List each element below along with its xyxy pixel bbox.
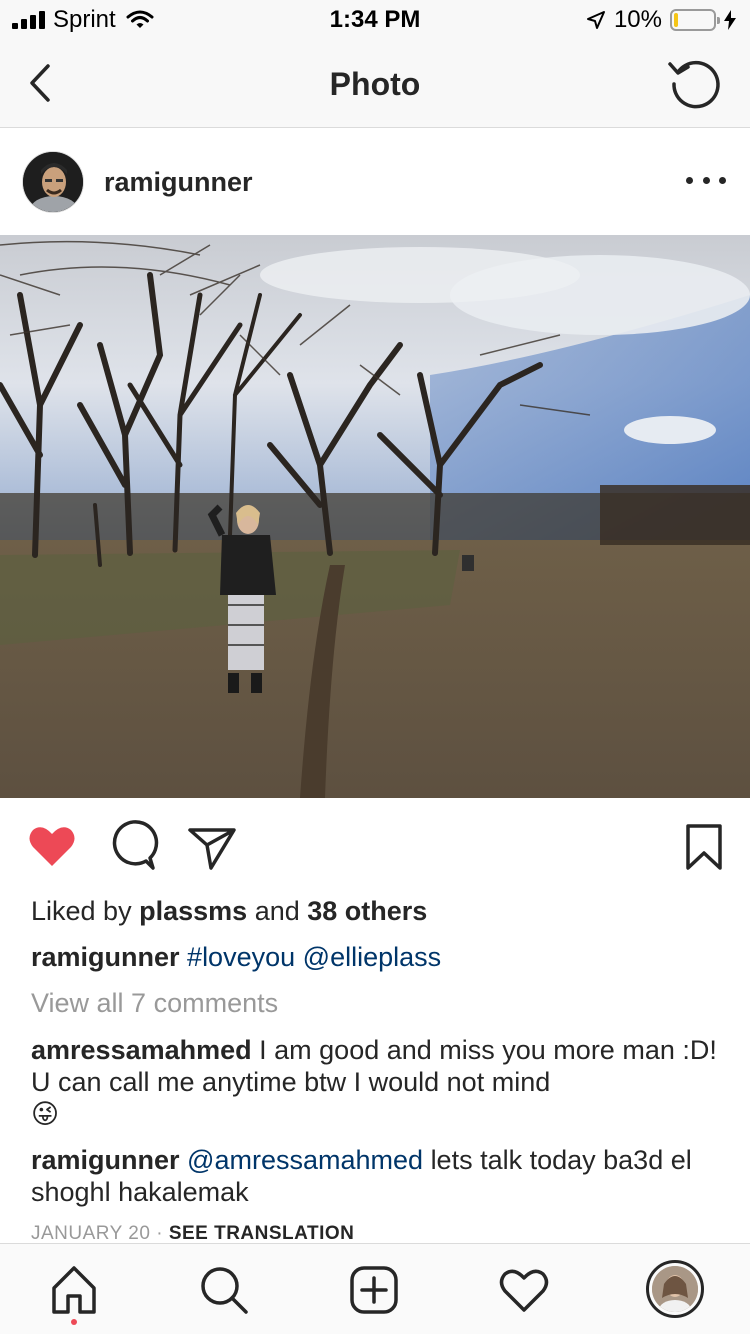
location-arrow-icon	[586, 11, 605, 29]
post-header: ramigunner	[0, 129, 750, 235]
bookmark-icon[interactable]	[676, 818, 732, 874]
refresh-icon[interactable]	[666, 56, 722, 112]
add-icon[interactable]	[344, 1260, 404, 1320]
battery-percent: 10%	[613, 6, 662, 33]
page-title: Photo	[329, 66, 421, 102]
separator: ·	[156, 1223, 164, 1244]
home-icon[interactable]	[44, 1260, 104, 1320]
likes-others[interactable]: 38 others	[307, 896, 427, 926]
navigation-bar: Photo	[0, 40, 750, 128]
comment-username[interactable]: ramigunner	[31, 1145, 180, 1175]
view-all-comments-link[interactable]: View all 7 comments	[31, 988, 278, 1019]
caption-username[interactable]: ramigunner	[31, 942, 180, 972]
likes-summary[interactable]: Liked by plassms and 38 others	[31, 896, 427, 927]
avatar[interactable]	[22, 151, 84, 213]
heart-filled-icon[interactable]	[24, 818, 80, 874]
charging-bolt-icon	[724, 10, 736, 30]
profile-avatar-tab[interactable]	[646, 1260, 704, 1318]
search-icon[interactable]	[194, 1260, 254, 1320]
status-bar: Sprint 1:34 PM 10%	[0, 0, 750, 40]
comment-mention[interactable]: @amressamahmed	[187, 1145, 423, 1175]
post-date: JANUARY 20	[31, 1223, 151, 1244]
post-username[interactable]: ramigunner	[104, 167, 253, 198]
caption-mention[interactable]: @ellieplass	[303, 942, 441, 972]
emoji-winking-tongue-icon: 😜	[31, 1099, 60, 1129]
comment-item: amressamahmed I am good and miss you mor…	[31, 1034, 721, 1130]
see-translation-link[interactable]: SEE TRANSLATION	[169, 1223, 355, 1244]
post-date-row: JANUARY 20 · SEE TRANSLATION	[31, 1223, 354, 1245]
share-icon[interactable]	[184, 818, 240, 874]
post-caption: ramigunner #loveyou @ellieplass	[31, 942, 721, 973]
comment-item: ramigunner @amressamahmed lets talk toda…	[31, 1144, 721, 1208]
post-actions	[0, 810, 750, 884]
notification-dot	[71, 1319, 77, 1325]
comment-username[interactable]: amressamahmed	[31, 1035, 252, 1065]
caption-hashtag[interactable]: #loveyou	[187, 942, 295, 972]
comment-icon[interactable]	[104, 818, 160, 874]
tab-bar	[0, 1243, 750, 1334]
liker-username[interactable]: plassms	[139, 896, 247, 926]
more-options-icon[interactable]	[686, 165, 726, 195]
heart-icon[interactable]	[494, 1260, 554, 1320]
battery-icon	[670, 9, 720, 31]
post-photo[interactable]	[0, 235, 750, 798]
